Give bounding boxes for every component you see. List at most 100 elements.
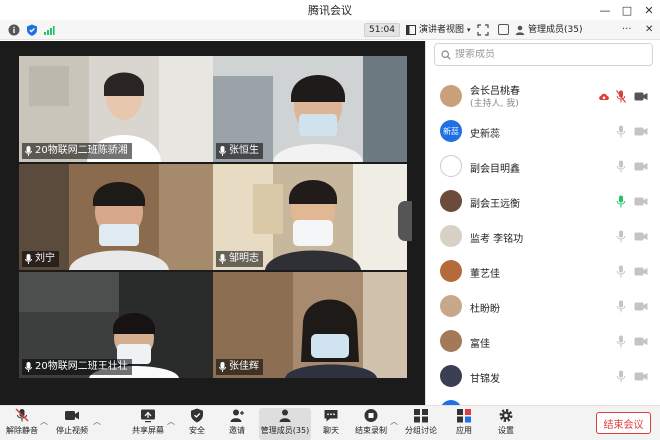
avatar: [440, 260, 462, 282]
stop-recording-button[interactable]: 结束录制: [351, 408, 391, 440]
participant-nameplate: 20物联网二班王壮壮: [22, 359, 132, 375]
member-row[interactable]: 副会王远衡: [426, 184, 660, 218]
member-row[interactable]: 富佳: [426, 324, 660, 358]
invite-user-icon: [230, 409, 244, 422]
member-row[interactable]: 会长吕桃春 (主持人, 我): [426, 79, 660, 113]
microphone-muted-icon[interactable]: [616, 90, 626, 103]
chevron-up-icon[interactable]: ︿: [167, 416, 175, 427]
fullscreen-icon[interactable]: [477, 24, 489, 36]
member-search-box[interactable]: [434, 43, 653, 66]
microphone-icon[interactable]: [616, 370, 626, 383]
microphone-icon[interactable]: [616, 195, 626, 208]
meeting-window: { "window": { "title": "腾讯会议", "controls…: [0, 0, 660, 440]
microphone-icon[interactable]: [616, 160, 626, 173]
avatar: [440, 330, 462, 352]
title-bar: 腾讯会议 — □ ✕: [0, 0, 660, 20]
invite-button[interactable]: 邀请: [217, 408, 257, 440]
chevron-up-icon[interactable]: ︿: [40, 416, 48, 427]
member-search-input[interactable]: [455, 49, 635, 60]
stop-video-label: 停止视频: [56, 426, 88, 435]
shield-icon: [191, 408, 203, 423]
video-tile[interactable]: 邹明志: [213, 164, 407, 270]
members-icon: [279, 409, 291, 422]
apps-label: 应用: [456, 426, 472, 435]
chat-icon: [324, 410, 338, 422]
shield-icon[interactable]: [26, 24, 38, 36]
member-row[interactable]: 新蕊 史新蕊: [426, 114, 660, 148]
avatar: 新蕊: [440, 120, 462, 142]
manage-members-button[interactable]: 管理成员(35): [259, 408, 311, 440]
chevron-up-icon[interactable]: ︿: [93, 416, 101, 427]
member-row[interactable]: 董艺佳: [426, 254, 660, 288]
microphone-icon[interactable]: [616, 125, 626, 138]
settings-button[interactable]: 设置: [486, 408, 526, 440]
member-name: 甘锦发: [470, 374, 500, 385]
video-camera-icon[interactable]: [634, 336, 648, 347]
apps-button[interactable]: 应用: [444, 408, 484, 440]
member-row[interactable]: 杜盼盼: [426, 289, 660, 323]
video-camera-icon[interactable]: [634, 126, 648, 137]
microphone-icon: [25, 146, 32, 156]
member-row[interactable]: 甘锦发: [426, 359, 660, 393]
microphone-icon: [25, 254, 32, 264]
video-tile[interactable]: 20物联网二班陈骄湘: [19, 56, 213, 162]
video-tile[interactable]: 张佳辉: [213, 272, 407, 378]
microphone-icon: [219, 362, 226, 372]
security-label: 安全: [189, 426, 205, 435]
avatar: [440, 295, 462, 317]
members-panel: 会长吕桃春 (主持人, 我) 新蕊史新蕊副会目明鑫副会王远衡监考 李铭功董艺佳杜盼盼…: [425, 41, 660, 422]
participant-nameplate: 刘宁: [22, 251, 59, 267]
sidebar-toggle-icon[interactable]: [498, 24, 509, 35]
video-camera-icon[interactable]: [634, 371, 648, 382]
microphone-icon[interactable]: [616, 335, 626, 348]
participant-nameplate: 20物联网二班陈骄湘: [22, 143, 132, 159]
microphone-icon[interactable]: [616, 265, 626, 278]
video-camera-icon: [65, 411, 79, 420]
speaker-view-icon: [406, 25, 416, 35]
collapse-handle[interactable]: [398, 201, 412, 241]
breakout-rooms-button[interactable]: 分组讨论: [401, 408, 441, 440]
microphone-icon[interactable]: [616, 230, 626, 243]
member-row[interactable]: 副会目明鑫: [426, 149, 660, 183]
participant-name: 邹明志: [229, 253, 259, 264]
bottom-control-bar: 解除静音 ︿ 停止视频 ︿ 共享屏幕 ︿ 安全 邀请 管理成员(35) 聊天 结…: [0, 405, 660, 440]
chevron-up-icon[interactable]: ︿: [390, 416, 398, 427]
avatar: [440, 85, 462, 107]
member-name: 杜盼盼: [470, 304, 500, 315]
video-tile[interactable]: 20物联网二班王壮壮: [19, 272, 213, 378]
video-camera-icon[interactable]: [634, 301, 648, 312]
window-controls: — □ ✕: [594, 0, 660, 20]
member-name: 监考 李铭功: [470, 234, 524, 245]
more-options-button[interactable]: ···: [622, 23, 632, 37]
video-tile[interactable]: 张恒生: [213, 56, 407, 162]
close-panel-button[interactable]: ✕: [645, 23, 653, 37]
video-camera-icon[interactable]: [634, 266, 648, 277]
video-camera-icon[interactable]: [634, 161, 648, 172]
security-button[interactable]: 安全: [177, 408, 217, 440]
manage-members-label: 管理成员(35): [260, 426, 310, 435]
participant-nameplate: 张佳辉: [216, 359, 263, 375]
participant-name: 张恒生: [229, 145, 259, 156]
minimize-button[interactable]: —: [594, 0, 616, 20]
avatar: [440, 365, 462, 387]
share-screen-button[interactable]: 共享屏幕: [128, 408, 168, 440]
close-window-button[interactable]: ✕: [638, 0, 660, 20]
info-icon[interactable]: [8, 24, 20, 36]
signal-icon[interactable]: [43, 24, 55, 36]
video-camera-icon[interactable]: [634, 91, 648, 102]
maximize-button[interactable]: □: [616, 0, 638, 20]
video-tile[interactable]: 刘宁: [19, 164, 213, 270]
microphone-icon: [219, 254, 226, 264]
video-camera-icon[interactable]: [634, 196, 648, 207]
chat-button[interactable]: 聊天: [311, 408, 351, 440]
view-switch-button[interactable]: 演讲者视图 ▾: [403, 23, 474, 37]
end-meeting-button[interactable]: 结束会议: [596, 412, 651, 434]
member-row[interactable]: 监考 李铭功: [426, 219, 660, 253]
share-screen-label: 共享屏幕: [132, 426, 164, 435]
unmute-button[interactable]: 解除静音: [2, 408, 42, 440]
video-camera-icon[interactable]: [634, 231, 648, 242]
microphone-icon[interactable]: [616, 300, 626, 313]
stop-video-button[interactable]: 停止视频: [52, 408, 92, 440]
avatar: [440, 155, 462, 177]
unmute-label: 解除静音: [6, 426, 38, 435]
